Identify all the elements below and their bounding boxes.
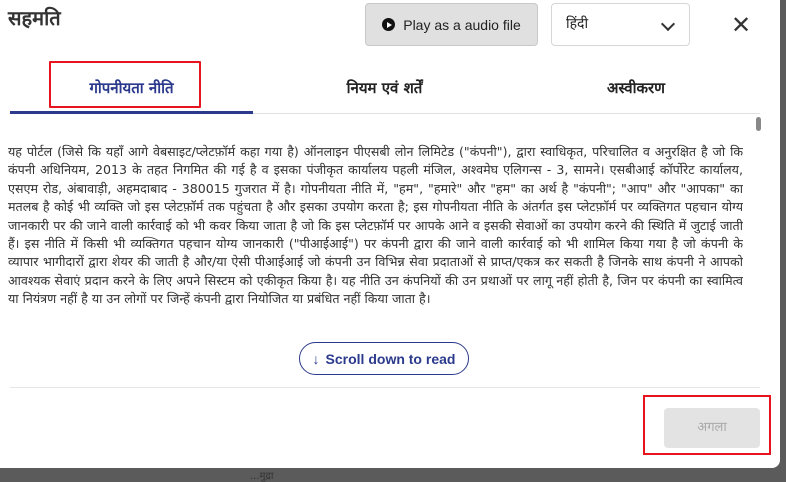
next-button[interactable]: अगला bbox=[664, 408, 760, 448]
play-icon bbox=[382, 18, 396, 31]
active-tab-indicator bbox=[10, 111, 253, 114]
chevron-down-icon bbox=[660, 16, 676, 32]
play-audio-label: Play as a audio file bbox=[403, 16, 521, 33]
privacy-policy-text: यह पोर्टल (जिसे कि यहाँ आगे वेबसाइट/प्ले… bbox=[8, 144, 743, 307]
scroll-down-button[interactable]: ↓ Scroll down to read bbox=[299, 342, 469, 375]
underlay-text: ...मुद्रा bbox=[250, 471, 274, 482]
scroll-down-label: Scroll down to read bbox=[325, 350, 456, 367]
footer-divider bbox=[10, 387, 760, 388]
arrow-down-icon: ↓ bbox=[312, 350, 320, 367]
language-selected-value: हिंदी bbox=[566, 16, 589, 32]
content-scrollbar[interactable] bbox=[756, 117, 761, 131]
play-audio-button[interactable]: Play as a audio file bbox=[365, 3, 538, 46]
consent-modal: सहमति Play as a audio file हिंदी ✕ गोपनी… bbox=[0, 0, 780, 468]
modal-title: सहमति bbox=[8, 6, 61, 30]
language-select[interactable]: हिंदी bbox=[551, 3, 690, 46]
close-button[interactable]: ✕ bbox=[726, 10, 756, 40]
tab-privacy-policy[interactable]: गोपनीयता नीति bbox=[10, 66, 253, 110]
tab-terms-conditions[interactable]: नियम एवं शर्तें bbox=[263, 66, 506, 110]
tab-disclaimer[interactable]: अस्वीकरण bbox=[516, 66, 756, 110]
